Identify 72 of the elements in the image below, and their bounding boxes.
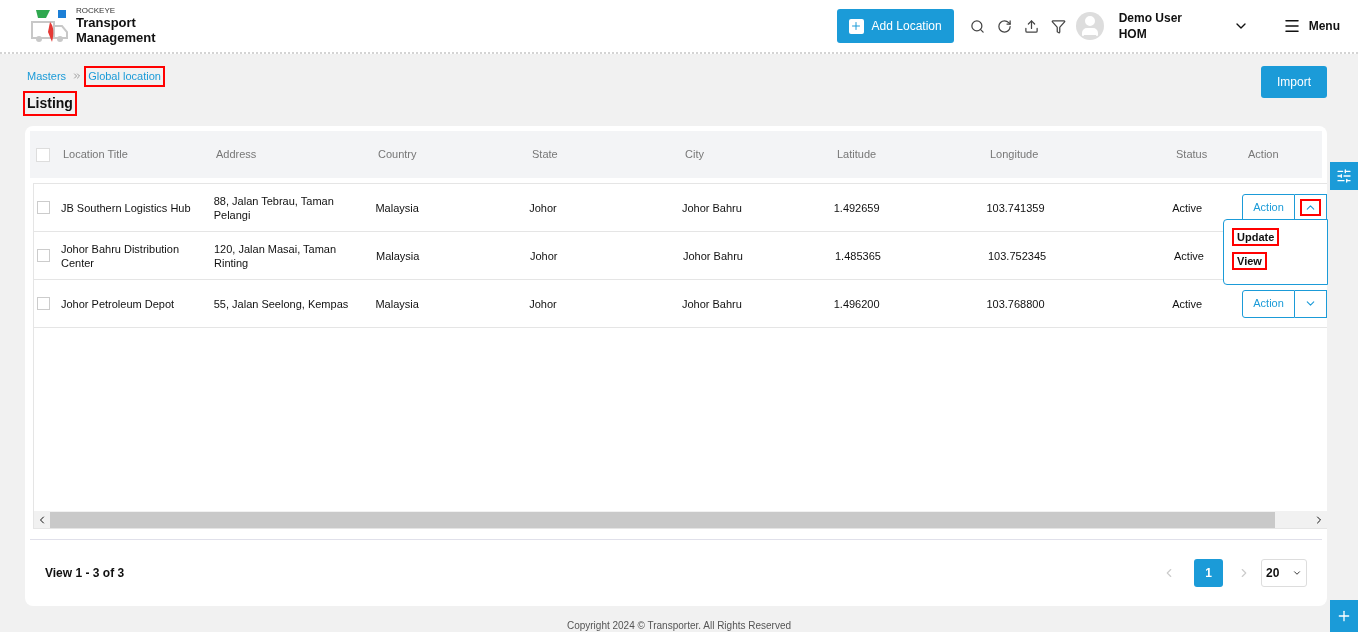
copyright-text: Copyright 2024 © Transporter. All Rights Reserved <box>566 619 792 632</box>
table-cell: 1.492659 <box>833 201 880 214</box>
action-dropdown-toggle[interactable] <box>1295 289 1328 318</box>
avatar-icon <box>1075 12 1104 40</box>
table-cell: Johor Bahru Distribution Center <box>61 242 179 269</box>
user-role: HOM <box>1118 26 1148 42</box>
plus-icon <box>1336 608 1352 624</box>
table-cell: 103.768800 <box>986 297 1045 310</box>
brand-tagline: ROCKEYE <box>76 7 117 15</box>
brand-name-line: Management <box>76 30 156 45</box>
table-cell: Active <box>1172 201 1203 214</box>
table-cell: Malaysia <box>375 201 419 214</box>
upload-icon[interactable] <box>1023 18 1039 34</box>
table-cell: JB Southern Logistics Hub <box>60 201 191 214</box>
column-header: State <box>532 148 558 161</box>
row-checkbox[interactable] <box>37 249 50 262</box>
horizontal-scrollbar[interactable] <box>34 511 1327 528</box>
menu-item[interactable]: View <box>1234 254 1265 268</box>
table-cell: 1.485365 <box>835 249 881 262</box>
action-button[interactable]: Action <box>1242 289 1296 318</box>
row-checkbox[interactable] <box>37 297 50 310</box>
table-cell: Malaysia <box>375 297 419 310</box>
menu-icon <box>1282 17 1301 35</box>
settings-sliders-button[interactable] <box>1330 162 1358 190</box>
column-header: Country <box>378 148 417 161</box>
chevron-down-icon <box>1292 568 1302 578</box>
search-icon[interactable] <box>969 18 985 34</box>
table-cell: 88, Jalan Tebrau, Taman Pelangi <box>213 194 334 221</box>
truck-logo-icon <box>30 8 70 44</box>
breadcrumb-link[interactable]: Global location <box>86 68 163 85</box>
column-header: Location Title <box>63 148 128 161</box>
pagination-summary: View 1 - 3 of 3 <box>45 565 125 582</box>
plus-icon <box>848 18 864 34</box>
table-cell: Active <box>1174 249 1204 262</box>
table-cell: 120, Jalan Masai, Taman Rinting <box>214 242 337 269</box>
table-cell: 103.752345 <box>988 249 1047 262</box>
column-header: City <box>685 148 704 161</box>
column-header: Address <box>216 148 257 161</box>
page-button[interactable]: 1 <box>1194 559 1223 587</box>
row-checkbox[interactable] <box>37 201 50 214</box>
select-all-checkbox[interactable] <box>36 147 50 162</box>
filter-icon[interactable] <box>1050 18 1066 34</box>
column-header: Latitude <box>837 148 877 161</box>
action-dropdown-toggle[interactable] <box>1295 193 1328 222</box>
import-button[interactable]: Import <box>1261 66 1327 98</box>
breadcrumb-link[interactable]: Masters <box>25 68 69 85</box>
user-name: Demo User <box>1118 10 1183 26</box>
table-cell: 55, Jalan Seelong, Kempas <box>213 297 349 310</box>
double-chevron-icon <box>72 71 83 82</box>
table-cell: Johor <box>529 297 557 310</box>
add-location-button[interactable]: Add Location <box>836 9 954 43</box>
column-header: Longitude <box>990 148 1039 161</box>
table-cell: Malaysia <box>376 249 420 262</box>
table-cell: Johor <box>529 201 557 214</box>
table-cell: Active <box>1172 297 1203 310</box>
table-cell: Johor <box>530 249 558 262</box>
page-size-select[interactable]: 20 <box>1261 559 1307 587</box>
refresh-icon[interactable] <box>996 18 1012 34</box>
table-cell: Johor Bahru <box>681 201 742 214</box>
column-header: Status <box>1176 148 1208 161</box>
table-cell: Johor Petroleum Depot <box>60 297 175 310</box>
menu-button[interactable]: Menu <box>1282 17 1340 35</box>
plus-button[interactable] <box>1330 600 1358 632</box>
table-cell: 103.741359 <box>986 201 1045 214</box>
column-header: Action <box>1248 148 1279 161</box>
table-cell: Johor Bahru <box>681 297 742 310</box>
table-cell: Johor Bahru <box>683 249 743 262</box>
brand-name: Transport <box>76 15 137 30</box>
page-title: Listing <box>25 92 75 114</box>
menu-item[interactable]: Update <box>1234 230 1278 244</box>
table-cell: 1.496200 <box>833 297 880 310</box>
sliders-icon <box>1336 168 1352 184</box>
